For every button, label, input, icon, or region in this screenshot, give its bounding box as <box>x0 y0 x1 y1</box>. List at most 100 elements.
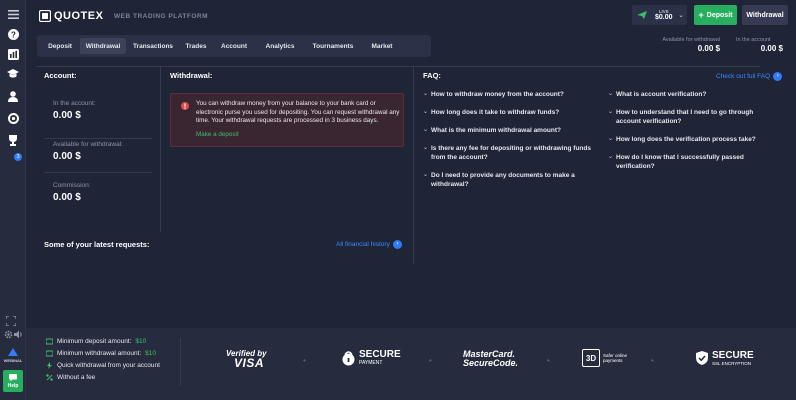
chart-icon[interactable] <box>5 46 21 62</box>
faq-question: Do I need to provide any documents to ma… <box>431 172 575 188</box>
deposit-button-label: Deposit <box>706 11 733 19</box>
faq-question: What is account verification? <box>616 91 707 98</box>
faq-item[interactable]: ⌄ What is the minimum withdrawal amount? <box>423 126 601 135</box>
feature-min-withdrawal: Minimum withdrawal amount: $10 <box>46 350 156 357</box>
account-row-divider-1 <box>44 138 152 139</box>
header-available-value: 0.00 $ <box>697 44 720 53</box>
commission-label: Commission: <box>53 182 91 189</box>
account-row-divider-2 <box>44 172 152 173</box>
tab-deposit[interactable]: Deposit <box>40 38 80 54</box>
svg-text:?: ? <box>11 30 16 39</box>
secure-payment-top: SECURE <box>359 349 401 360</box>
separator-dot: • <box>303 356 306 365</box>
faq-item[interactable]: ⌄ How long does it take to withdraw funds… <box>423 108 601 117</box>
faq-divider <box>413 66 414 264</box>
sound-icon[interactable] <box>14 330 23 341</box>
chevron-down-icon: ⌄ <box>608 109 614 115</box>
visa-bottom-text: VISA <box>234 356 265 370</box>
deposit-button[interactable]: + Deposit <box>694 5 737 25</box>
wallet-icon <box>46 338 53 345</box>
feature-text: Minimum withdrawal amount: <box>57 350 142 357</box>
secure-payment-bottom: PAYMENT <box>359 360 383 366</box>
feature-text: Without a fee <box>57 374 96 381</box>
feature-text: Minimum deposit amount: <box>57 338 132 345</box>
help-button-label: Help <box>7 382 19 389</box>
help-button[interactable]: Help <box>3 370 23 392</box>
verified-by-visa-logo: Verified by VISA <box>226 349 267 370</box>
settings-icon[interactable] <box>4 330 13 341</box>
quotex-logo-icon[interactable] <box>38 9 52 24</box>
faq-item[interactable]: ⌄ How long does the verification process … <box>608 135 776 144</box>
faq-item[interactable]: ⌄ Is there any fee for depositing or with… <box>423 144 591 162</box>
account-switcher[interactable]: LIVE $0.00 ⌄ <box>632 5 687 25</box>
shield-icon <box>696 351 708 365</box>
ssl-top: SECURE <box>712 350 754 361</box>
faq-item[interactable]: ⌄ How to withdraw money from the account? <box>423 90 601 99</box>
tab-transactions[interactable]: Transactions <box>126 38 180 54</box>
available-value: 0.00 $ <box>53 151 81 162</box>
account-divider <box>160 66 161 232</box>
financial-history-link[interactable]: All financial history › <box>336 240 402 249</box>
faq-item[interactable]: ⌄ How to understand that I need to go thr… <box>608 108 776 126</box>
faq-item[interactable]: ⌄ What is account verification? <box>608 90 776 99</box>
feature-quick-withdrawal: Quick withdrawal from your account <box>46 362 160 369</box>
paper-plane-icon <box>637 11 647 19</box>
full-faq-link[interactable]: Check out full FAQ › <box>716 72 783 81</box>
tab-withdrawal[interactable]: Withdrawal <box>80 38 126 54</box>
webinal-icon[interactable] <box>8 348 18 358</box>
faq-question: How do I know that I successfully passed… <box>616 154 744 170</box>
faq-question: Is there any fee for depositing or withd… <box>431 145 591 161</box>
help-icon[interactable]: ? <box>5 26 21 42</box>
make-deposit-link[interactable]: Make a deposit <box>196 131 239 138</box>
header: QUOTEX WEB TRADING PLATFORM LIVE $0.00 ⌄… <box>26 0 796 53</box>
tab-tournaments[interactable]: Tournaments <box>304 38 362 54</box>
in-account-value: 0.00 $ <box>53 110 81 121</box>
tab-account[interactable]: Account <box>212 38 256 54</box>
chevron-down-icon: ⌄ <box>423 145 429 151</box>
faq-item[interactable]: ⌄ How do I know that I successfully passe… <box>608 153 776 171</box>
menu-icon[interactable] <box>5 6 21 22</box>
feature-value: $10 <box>135 338 147 345</box>
faq-question: How long does the verification process t… <box>616 136 756 143</box>
header-available-label: Available for withdrawal <box>662 37 720 43</box>
chevron-down-icon: ⌄ <box>423 172 429 178</box>
tab-market[interactable]: Market <box>362 38 402 54</box>
mastercard-securecode-logo: MasterCard. SecureCode. <box>463 349 518 368</box>
withdrawal-notice-text: You can withdraw money from your balance… <box>196 100 400 125</box>
tab-analytics[interactable]: Analytics <box>256 38 304 54</box>
brand-name[interactable]: QUOTEX <box>54 10 103 22</box>
support-icon[interactable] <box>5 110 21 126</box>
feature-value: $10 <box>145 350 157 357</box>
financial-history-label: All financial history <box>336 241 390 248</box>
faq-title: FAQ: <box>423 71 441 80</box>
trophy-badge: 3 <box>14 153 22 161</box>
content-divider <box>36 66 760 67</box>
withdrawal-notice: You can withdraw money from your balance… <box>170 93 404 147</box>
chevron-down-icon: ⌄ <box>608 154 614 160</box>
requests-title: Some of your latest requests: <box>44 240 150 249</box>
secure-ssl-logo: SECURE SSL ENCRYPTION <box>696 350 754 366</box>
wallet-icon <box>46 350 53 357</box>
percent-icon <box>46 374 53 381</box>
chat-icon <box>9 373 17 381</box>
faq-question: What is the minimum withdrawal amount? <box>431 127 562 134</box>
3d-text: Safer online payments <box>603 352 628 364</box>
chevron-down-icon: ⌄ <box>608 136 614 142</box>
withdrawal-title: Withdrawal: <box>170 71 213 80</box>
faq-question: How to understand that I need to go thro… <box>616 109 754 125</box>
faq-question: How to withdraw money from the account? <box>431 91 564 98</box>
faq-item[interactable]: ⌄ Do I need to provide any documents to m… <box>423 171 581 189</box>
profile-icon[interactable] <box>5 88 21 104</box>
trophy-icon[interactable] <box>5 132 21 148</box>
chevron-down-icon: ⌄ <box>608 91 614 97</box>
withdrawal-button[interactable]: Withdrawal <box>742 5 788 25</box>
education-icon[interactable] <box>5 66 21 82</box>
header-balance: $0.00 <box>655 14 673 21</box>
feature-no-fee: Without a fee <box>46 374 95 381</box>
fullscreen-icon[interactable] <box>5 315 17 328</box>
3d-secure-logo: 3D Safer online payments <box>582 349 629 367</box>
faq-question: How long does it take to withdraw funds? <box>431 109 560 116</box>
3d-label: 3D <box>582 349 600 367</box>
webinal-label: WEBINAL <box>3 358 23 363</box>
tab-trades[interactable]: Trades <box>180 38 212 54</box>
